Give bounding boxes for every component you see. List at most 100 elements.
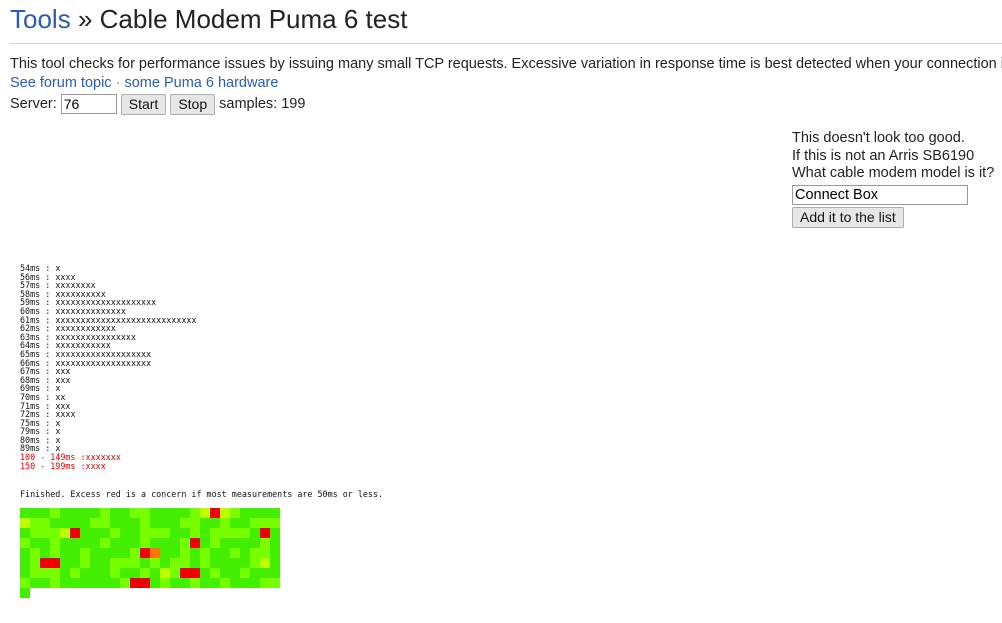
heatmap-cell bbox=[130, 568, 140, 578]
verdict-text: This doesn't look too good. bbox=[792, 130, 965, 146]
heatmap-cell bbox=[190, 548, 200, 558]
heatmap-cell bbox=[260, 578, 270, 588]
link-separator: · bbox=[115, 75, 121, 91]
heatmap-cell bbox=[70, 518, 80, 528]
histogram-row-label: 150 - 199ms bbox=[20, 460, 76, 471]
heatmap-cell bbox=[60, 568, 70, 578]
heatmap-cell bbox=[20, 538, 30, 548]
heatmap-cell bbox=[250, 568, 260, 578]
heatmap-cell bbox=[230, 568, 240, 578]
heatmap-cell bbox=[220, 558, 230, 568]
heatmap-cell bbox=[260, 558, 270, 568]
heatmap-cell bbox=[140, 548, 150, 558]
heatmap-cell bbox=[130, 508, 140, 518]
heatmap-cell bbox=[230, 518, 240, 528]
heatmap-cell bbox=[260, 548, 270, 558]
heatmap-cell bbox=[90, 548, 100, 558]
heatmap-cell bbox=[90, 518, 100, 528]
heatmap-cell bbox=[180, 568, 190, 578]
heatmap-cell bbox=[240, 528, 250, 538]
heatmap-cell bbox=[180, 548, 190, 558]
heatmap-cell bbox=[130, 558, 140, 568]
heatmap-cell bbox=[70, 538, 80, 548]
forum-topic-link[interactable]: See forum topic bbox=[10, 75, 112, 91]
heatmap-cell bbox=[100, 518, 110, 528]
heatmap-cell bbox=[60, 538, 70, 548]
heatmap-cell bbox=[180, 528, 190, 538]
heatmap-cell bbox=[60, 578, 70, 588]
heatmap-cell bbox=[120, 518, 130, 528]
heatmap-cell bbox=[70, 508, 80, 518]
heatmap-cell bbox=[120, 538, 130, 548]
heatmap-cell bbox=[50, 518, 60, 528]
heatmap-cell bbox=[190, 538, 200, 548]
heatmap-cell bbox=[150, 518, 160, 528]
tools-link[interactable]: Tools bbox=[10, 4, 71, 34]
heatmap-cell bbox=[20, 558, 30, 568]
heatmap-cell bbox=[200, 558, 210, 568]
puma6-hardware-link[interactable]: some Puma 6 hardware bbox=[124, 75, 278, 91]
heatmap-cell bbox=[120, 548, 130, 558]
heatmap-cell bbox=[210, 578, 220, 588]
heatmap-cell bbox=[40, 508, 50, 518]
heatmap-cell bbox=[20, 568, 30, 578]
heatmap-cell bbox=[90, 538, 100, 548]
heatmap-cell bbox=[60, 518, 70, 528]
heatmap-cell bbox=[120, 558, 130, 568]
heatmap-cell bbox=[250, 578, 260, 588]
heatmap-cell bbox=[230, 538, 240, 548]
heatmap-cell bbox=[160, 528, 170, 538]
heatmap-cell bbox=[270, 528, 280, 538]
heatmap-cell bbox=[260, 518, 270, 528]
heatmap-cell bbox=[130, 528, 140, 538]
heatmap-cell bbox=[240, 558, 250, 568]
heatmap-cell bbox=[120, 508, 130, 518]
heatmap-cell bbox=[50, 578, 60, 588]
heatmap-cell bbox=[80, 548, 90, 558]
heatmap-cell bbox=[100, 508, 110, 518]
heatmap-cell bbox=[250, 548, 260, 558]
heatmap-cell bbox=[110, 528, 120, 538]
heatmap-cell bbox=[170, 548, 180, 558]
heatmap-cell bbox=[230, 578, 240, 588]
heatmap-cell bbox=[240, 548, 250, 558]
heatmap-cell bbox=[30, 578, 40, 588]
links-row: See forum topic · some Puma 6 hardware bbox=[10, 74, 278, 93]
heatmap-cell bbox=[220, 568, 230, 578]
heatmap-cell bbox=[140, 568, 150, 578]
heatmap-cell bbox=[140, 538, 150, 548]
heatmap-cell bbox=[110, 568, 120, 578]
heatmap-cell bbox=[190, 568, 200, 578]
heatmap-cell bbox=[80, 518, 90, 528]
stop-button[interactable]: Stop bbox=[170, 93, 216, 115]
heatmap-cell bbox=[40, 528, 50, 538]
heatmap-cell bbox=[160, 518, 170, 528]
heatmap-cell bbox=[230, 528, 240, 538]
server-input[interactable] bbox=[60, 94, 117, 114]
start-button[interactable]: Start bbox=[120, 93, 167, 115]
heatmap-cell bbox=[50, 558, 60, 568]
heatmap-cell bbox=[30, 568, 40, 578]
heatmap-cell bbox=[170, 568, 180, 578]
histogram-row-bar: xxxx bbox=[85, 460, 106, 471]
heatmap-cell bbox=[270, 538, 280, 548]
heatmap-cell bbox=[250, 518, 260, 528]
heatmap-cell bbox=[170, 538, 180, 548]
add-to-list-button[interactable]: Add it to the list bbox=[792, 206, 904, 228]
heatmap-cell bbox=[240, 568, 250, 578]
heatmap-cell bbox=[70, 548, 80, 558]
modem-model-input[interactable] bbox=[792, 184, 968, 205]
heatmap-cell bbox=[160, 538, 170, 548]
heatmap-cell bbox=[120, 568, 130, 578]
samples-count: samples: 199 bbox=[219, 96, 306, 112]
heatmap-cell bbox=[20, 508, 30, 518]
heatmap-cell bbox=[40, 538, 50, 548]
heatmap-cell bbox=[40, 548, 50, 558]
heatmap-cell bbox=[190, 578, 200, 588]
heatmap-cell bbox=[90, 568, 100, 578]
heatmap-cell bbox=[220, 518, 230, 528]
page-title-text: Cable Modem Puma 6 test bbox=[99, 4, 408, 34]
heatmap-cell bbox=[90, 508, 100, 518]
heatmap-cell bbox=[230, 558, 240, 568]
finished-message: Finished. Excess red is a concern if mos… bbox=[20, 489, 384, 499]
